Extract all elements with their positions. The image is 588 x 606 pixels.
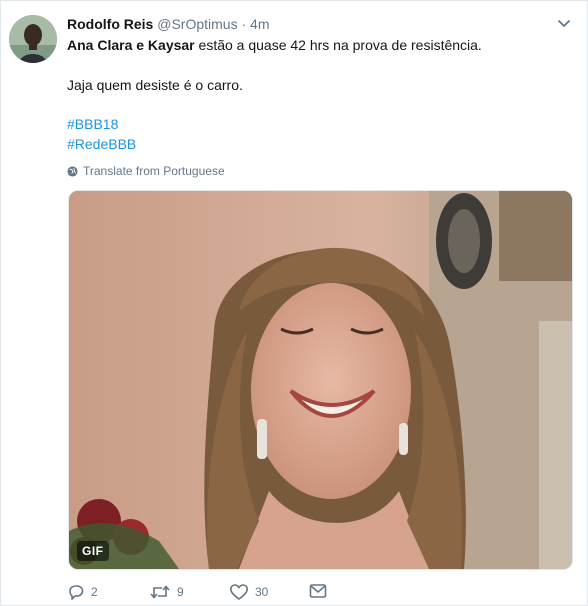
avatar[interactable] [9, 15, 57, 63]
avatar-image [9, 15, 57, 63]
like-button[interactable]: 30 [229, 583, 268, 601]
tweet-text-rest: estão a quase 42 hrs na prova de resistê… [194, 37, 482, 53]
chevron-down-icon[interactable] [556, 15, 572, 31]
tweet-actions: 2 9 30 [67, 583, 367, 603]
retweet-icon [150, 585, 170, 599]
gif-frame-image [69, 191, 572, 569]
tweet-header: Rodolfo Reis @SrOptimus · 4m [67, 15, 269, 33]
direct-message-button[interactable] [309, 583, 327, 599]
reply-icon [69, 585, 84, 600]
like-count: 30 [255, 585, 269, 599]
reply-count: 2 [91, 585, 98, 599]
translate-label: Translate from Portuguese [83, 164, 225, 178]
retweet-button[interactable]: 9 [149, 583, 184, 601]
tweet-text-line-1: Ana Clara e Kaysar estão a quase 42 hrs … [67, 35, 482, 55]
gif-media[interactable]: GIF [68, 190, 573, 570]
heart-icon [230, 584, 248, 600]
tweet-card: Rodolfo Reis @SrOptimus · 4m Ana Clara e… [0, 0, 588, 606]
globe-icon [67, 165, 78, 177]
mentioned-names: Ana Clara e Kaysar [67, 37, 195, 53]
hashtag-bbb18[interactable]: #BBB18 [67, 114, 118, 134]
tweet-timestamp[interactable]: 4m [250, 16, 269, 32]
gif-badge: GIF [77, 541, 109, 561]
author-handle[interactable]: @SrOptimus [157, 16, 237, 32]
retweet-count: 9 [177, 585, 184, 599]
reply-button[interactable]: 2 [67, 583, 98, 601]
author-name[interactable]: Rodolfo Reis [67, 16, 153, 32]
hashtag-redebbb[interactable]: #RedeBBB [67, 134, 136, 154]
separator-dot: · [241, 16, 247, 32]
tweet-text-line-2: Jaja quem desiste é o carro. [67, 77, 243, 93]
envelope-icon [309, 584, 327, 598]
translate-link[interactable]: Translate from Portuguese [67, 163, 225, 179]
